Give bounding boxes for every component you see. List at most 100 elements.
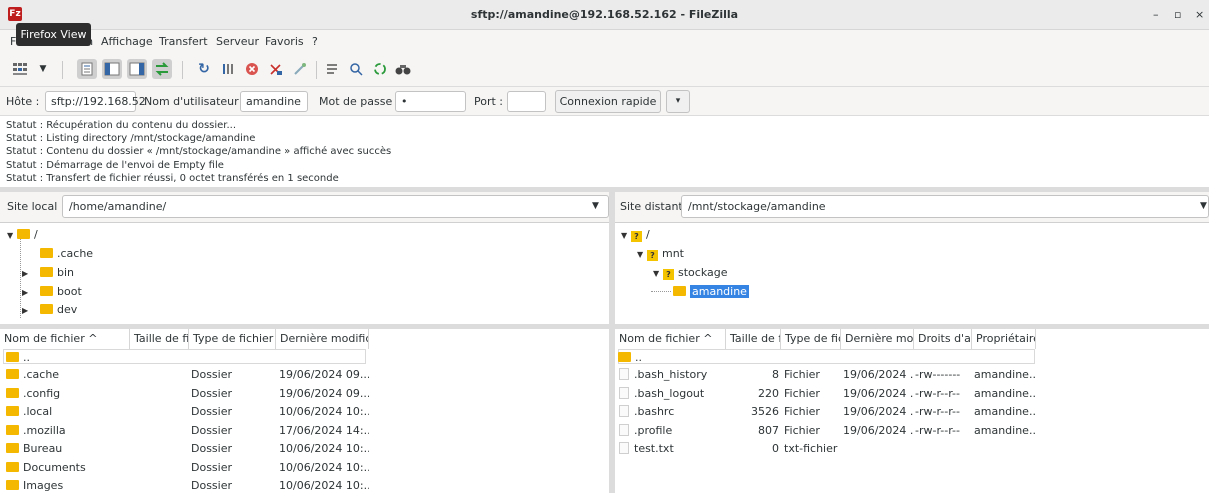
folder-icon	[673, 286, 686, 296]
local-directory-tree: ▼ / .cache ▶ bin ▶ boot ▶ dev	[0, 222, 609, 324]
file-row[interactable]: .profile 807 Fichier 19/06/2024 ... -rw-r--r…	[615, 422, 1209, 441]
unknown-folder-icon: ?	[647, 250, 658, 261]
tree-node[interactable]: ▼? /	[621, 228, 650, 242]
cancel-icon[interactable]	[242, 59, 262, 79]
file-type: Dossier	[191, 460, 233, 474]
menu-transfert[interactable]: Transfert	[159, 35, 208, 48]
tree-node[interactable]: ▼? mnt	[637, 247, 684, 261]
column-filename[interactable]: Nom de fichier ^	[0, 329, 130, 349]
tree-node-label: dev	[57, 303, 78, 316]
sync-browsing-icon[interactable]	[370, 59, 390, 79]
column-modified[interactable]: Dernière modi	[841, 329, 914, 349]
disconnect-icon[interactable]	[266, 59, 286, 79]
username-input[interactable]: amandine	[240, 91, 308, 112]
file-row[interactable]: Bureau Dossier 10/06/2024 10:...	[0, 440, 609, 459]
remote-path-input[interactable]: /mnt/stockage/amandine	[681, 195, 1209, 218]
local-path-dropdown-icon[interactable]: ▼	[592, 201, 599, 211]
menu-affichage[interactable]: Affichage	[101, 35, 153, 48]
file-date: 19/06/2024 09...	[279, 386, 369, 400]
column-size[interactable]: Taille de fic	[130, 329, 189, 349]
title-bar: Fz sftp://amandine@192.168.52.162 - File…	[0, 0, 1209, 30]
toggle-local-tree-icon[interactable]	[102, 59, 122, 79]
tree-node[interactable]: ▶ dev	[22, 303, 77, 316]
file-row[interactable]: .bashrc 3526 Fichier 19/06/2024 ... -rw-r--r…	[615, 403, 1209, 422]
tooltip: Firefox View	[16, 23, 91, 46]
tree-node[interactable]: ▼? stockage	[653, 266, 728, 280]
file-row[interactable]: test.txt 0 txt-fichier	[615, 440, 1209, 459]
column-type[interactable]: Type de fich	[781, 329, 841, 349]
collapse-arrow-icon[interactable]: ▼	[637, 250, 647, 259]
tree-node[interactable]: ▼ /	[7, 228, 38, 241]
toolbar-separator	[62, 61, 63, 79]
file-row[interactable]: .cache Dossier 19/06/2024 09...	[0, 366, 609, 385]
file-type: Dossier	[191, 442, 233, 455]
site-manager-icon[interactable]	[10, 59, 30, 79]
reconnect-icon[interactable]	[290, 59, 310, 79]
message-log: Statut : Récupération du contenu du doss…	[0, 116, 1209, 187]
close-button[interactable]: ×	[1195, 8, 1204, 21]
file-permissions: -rw-------	[915, 368, 961, 381]
expand-arrow-icon[interactable]: ▶	[22, 306, 32, 315]
minimize-button[interactable]: –	[1153, 8, 1159, 21]
password-input[interactable]: •	[395, 91, 466, 112]
file-row[interactable]: .local Dossier 10/06/2024 10:...	[0, 403, 609, 422]
expand-arrow-icon[interactable]: ▶	[22, 288, 32, 297]
column-filename[interactable]: Nom de fichier ^	[615, 329, 726, 349]
menu-serveur[interactable]: Serveur	[216, 35, 259, 48]
maximize-button[interactable]: ▫	[1174, 8, 1181, 21]
tree-node-selected[interactable]: amandine	[673, 285, 749, 298]
file-date: 10/06/2024 10:...	[279, 442, 369, 455]
password-label: Mot de passe :	[319, 95, 400, 108]
tree-node-label: bin	[57, 266, 75, 279]
column-type[interactable]: Type de fichier	[189, 329, 276, 349]
tree-line	[20, 238, 21, 318]
file-row[interactable]: Documents Dossier 10/06/2024 10:...	[0, 459, 609, 478]
toggle-log-icon[interactable]	[77, 59, 97, 79]
file-row[interactable]: .bash_logout 220 Fichier 19/06/2024 ... -rw-…	[615, 385, 1209, 404]
file-name: .local	[6, 403, 131, 422]
unknown-folder-icon: ?	[663, 269, 674, 280]
expand-arrow-icon[interactable]: ▶	[22, 269, 32, 278]
remote-site-bar: Site distant : /mnt/stockage/amandine ▼	[615, 192, 1209, 222]
file-row[interactable]: .mozilla Dossier 17/06/2024 14:...	[0, 422, 609, 441]
file-name: .bash_history	[619, 366, 725, 385]
toggle-comparison-icon[interactable]	[346, 59, 366, 79]
menu-favoris[interactable]: Favoris	[265, 35, 304, 48]
menu-bar: Fichier Édition Affichage Transfert Serv…	[0, 30, 1209, 52]
column-modified[interactable]: Dernière modifica	[276, 329, 369, 349]
port-input[interactable]	[507, 91, 546, 112]
file-row[interactable]: Images Dossier 10/06/2024 10:...	[0, 477, 609, 493]
log-line: Statut : Récupération du contenu du doss…	[6, 120, 237, 131]
search-icon[interactable]	[393, 59, 413, 79]
parent-dir-row[interactable]: ..	[615, 349, 1209, 368]
menu-help[interactable]: ?	[312, 35, 318, 48]
toggle-remote-tree-icon[interactable]	[127, 59, 147, 79]
process-queue-icon[interactable]	[218, 59, 238, 79]
collapse-arrow-icon[interactable]: ▼	[621, 231, 631, 240]
quickconnect-dropdown-button[interactable]: ▾	[666, 90, 690, 113]
file-owner: amandine...	[974, 386, 1036, 400]
file-type: Fichier	[784, 368, 820, 381]
column-owner[interactable]: Propriétaire	[972, 329, 1036, 349]
quickconnect-button[interactable]: Connexion rapide	[555, 90, 661, 113]
collapse-arrow-icon[interactable]: ▼	[7, 231, 17, 240]
file-permissions: -rw-r--r--	[915, 405, 960, 418]
local-path-input[interactable]: /home/amandine/	[62, 195, 609, 218]
toggle-transfer-queue-icon[interactable]	[152, 59, 172, 79]
remote-path-dropdown-icon[interactable]: ▼	[1200, 201, 1207, 211]
dropdown-arrow-icon[interactable]: ▼	[36, 59, 50, 79]
refresh-icon[interactable]: ↻	[194, 59, 214, 79]
tree-node[interactable]: .cache	[40, 247, 93, 260]
file-row[interactable]: .config Dossier 19/06/2024 09...	[0, 385, 609, 404]
tree-node[interactable]: ▶ bin	[22, 266, 74, 279]
column-size[interactable]: Taille de fi	[726, 329, 781, 349]
tree-node[interactable]: ▶ boot	[22, 285, 82, 298]
collapse-arrow-icon[interactable]: ▼	[653, 269, 663, 278]
column-permissions[interactable]: Droits d'acc	[914, 329, 972, 349]
file-row[interactable]: .bash_history 8 Fichier 19/06/2024 ... -rw--…	[615, 366, 1209, 385]
parent-dir-row[interactable]: ..	[0, 349, 609, 368]
directory-listing-filters-icon[interactable]	[322, 59, 342, 79]
folder-icon	[6, 461, 19, 472]
tree-node-label: /	[646, 228, 650, 241]
host-input[interactable]: sftp://192.168.52	[45, 91, 146, 112]
